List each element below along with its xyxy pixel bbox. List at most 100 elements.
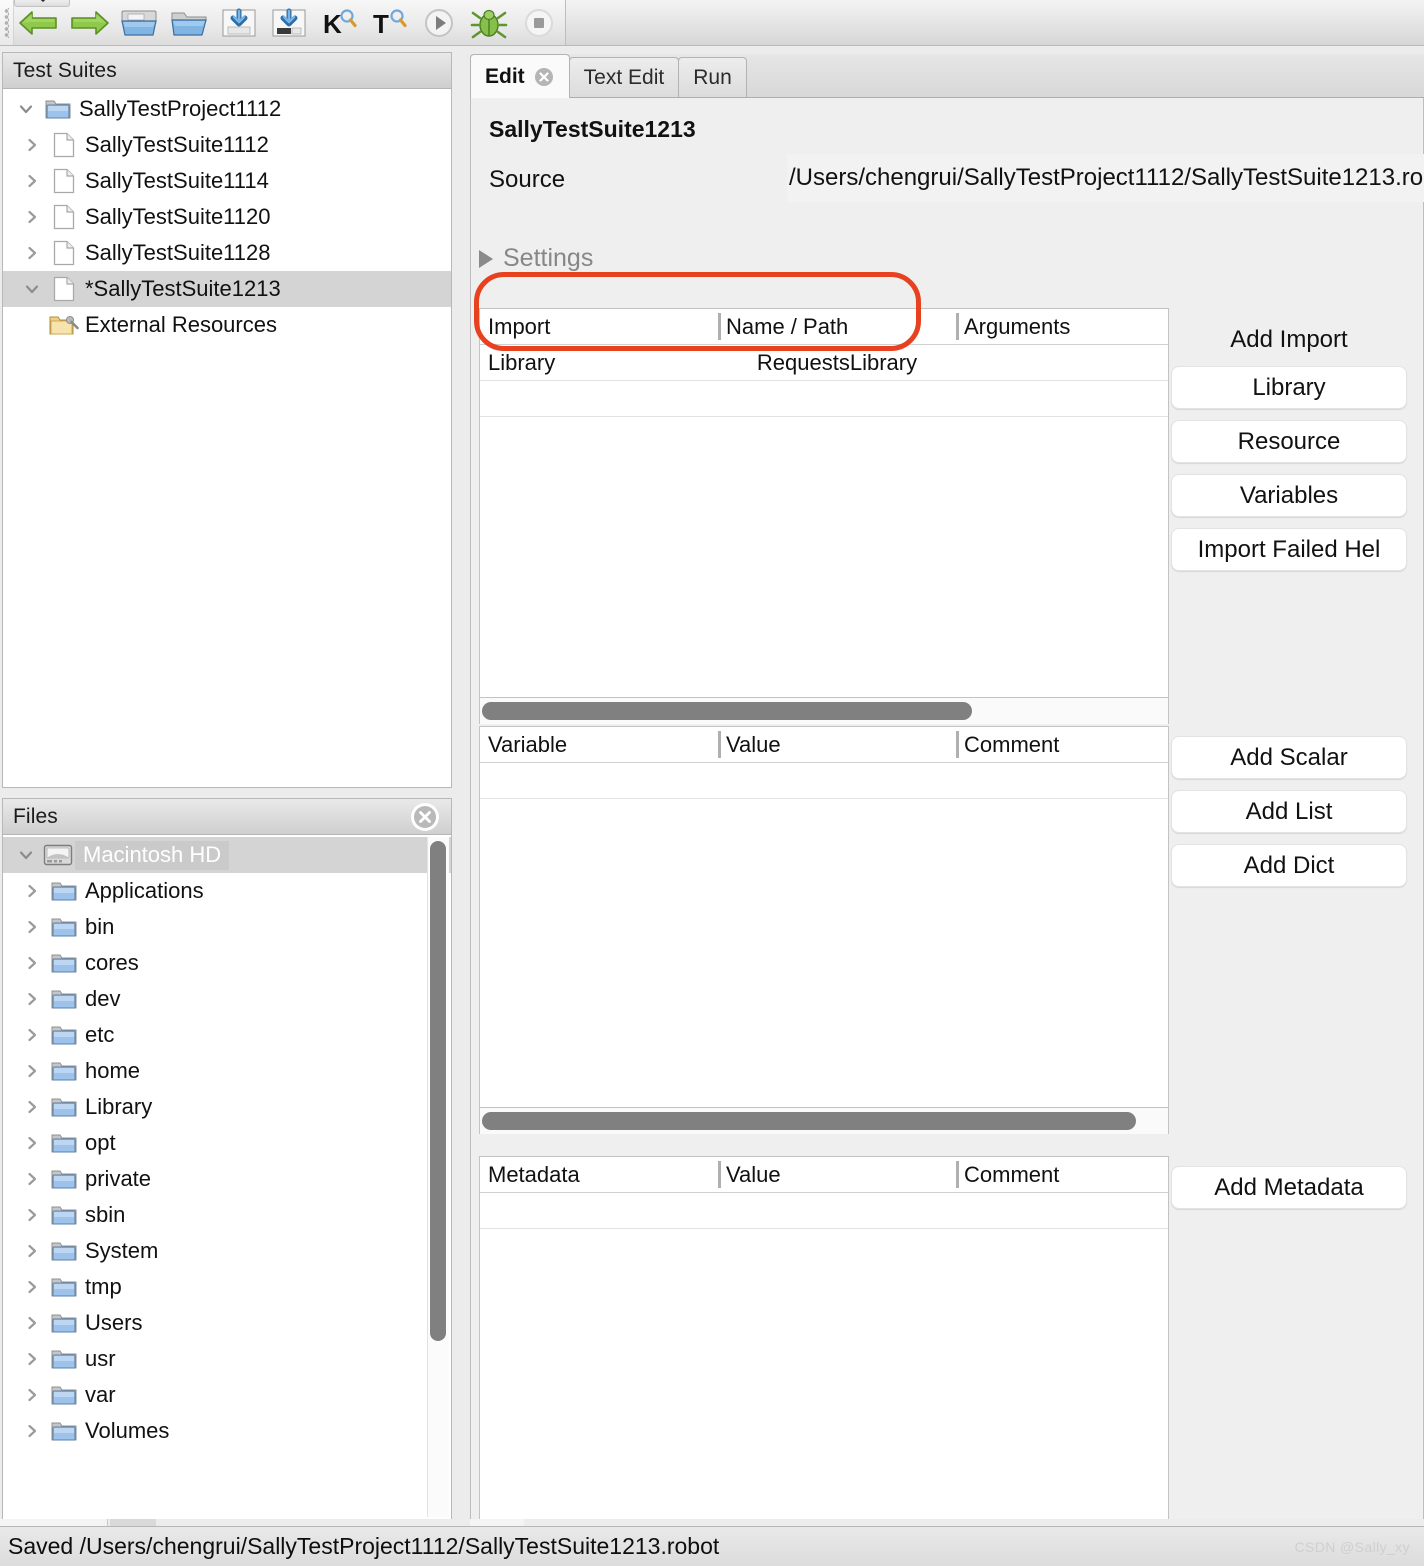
tab-close-icon[interactable] (533, 66, 555, 88)
chevron-right-icon[interactable] (17, 945, 47, 981)
close-icon[interactable] (411, 802, 439, 831)
tree-item-usr[interactable]: usr (3, 1341, 451, 1377)
add-dict-button[interactable]: Add Dict (1171, 844, 1407, 887)
table-row[interactable]: Library RequestsLibrary (480, 345, 1168, 381)
tree-item-sallytestsuite1114[interactable]: SallyTestSuite1114 (3, 163, 451, 199)
table-row-empty[interactable] (480, 1193, 1168, 1229)
tree-item-macintosh-hd[interactable]: Macintosh HD (3, 837, 451, 873)
cell-empty[interactable] (718, 763, 956, 798)
variable-table-hscrollbar[interactable] (479, 1108, 1169, 1134)
tree-item-etc[interactable]: etc (3, 1017, 451, 1053)
cell-empty[interactable] (956, 1193, 1168, 1228)
column-header-metadata[interactable]: Metadata (480, 1157, 718, 1192)
chevron-right-icon[interactable] (17, 981, 47, 1017)
add-import-variables-button[interactable]: Variables (1171, 474, 1407, 517)
import-hscroll-thumb[interactable] (482, 702, 972, 720)
column-header-value[interactable]: Value (718, 1157, 956, 1192)
variable-table[interactable]: Variable Value Comment (479, 726, 1169, 1108)
tree-item-bin[interactable]: bin (3, 909, 451, 945)
cell-empty[interactable] (480, 1193, 718, 1228)
tree-item-external-resources[interactable]: External Resources (3, 307, 451, 343)
tree-item-users[interactable]: Users (3, 1305, 451, 1341)
add-import-resource-button[interactable]: Resource (1171, 420, 1407, 463)
files-scrollbar-thumb[interactable] (430, 841, 446, 1341)
tree-item-sallytestsuite1128[interactable]: SallyTestSuite1128 (3, 235, 451, 271)
chevron-right-icon[interactable] (17, 1161, 47, 1197)
add-scalar-button[interactable]: Add Scalar (1171, 736, 1407, 779)
chevron-right-icon[interactable] (17, 163, 47, 199)
add-import-library-button[interactable]: Library (1171, 366, 1407, 409)
import-table-hscrollbar[interactable] (479, 698, 1169, 724)
chevron-right-icon[interactable] (17, 235, 47, 271)
cell-empty[interactable] (480, 763, 718, 798)
cell-import-type[interactable]: Library (480, 345, 718, 380)
chevron-right-icon[interactable] (17, 1233, 47, 1269)
column-header-arguments[interactable]: Arguments (956, 309, 1168, 344)
save-icon[interactable] (214, 0, 264, 45)
chevron-right-icon[interactable] (17, 1053, 47, 1089)
tree-item-sallytestsuite1112[interactable]: SallyTestSuite1112 (3, 127, 451, 163)
forward-arrow-icon[interactable] (64, 0, 114, 45)
chevron-down-icon[interactable] (11, 91, 41, 127)
chevron-down-icon[interactable] (11, 837, 41, 873)
table-row-empty[interactable] (480, 763, 1168, 799)
tree-item--sallytestsuite1213[interactable]: *SallyTestSuite1213 (3, 271, 451, 307)
chevron-down-icon[interactable] (17, 271, 47, 307)
tree-item-sbin[interactable]: sbin (3, 1197, 451, 1233)
chevron-right-icon[interactable] (17, 1341, 47, 1377)
table-row-empty[interactable] (480, 381, 1168, 417)
import-table[interactable]: Import Name / Path Arguments Library Req… (479, 308, 1169, 698)
chevron-right-icon[interactable] (17, 1197, 47, 1233)
chevron-right-icon[interactable] (17, 1305, 47, 1341)
stop-icon[interactable] (514, 0, 564, 45)
cell-empty[interactable] (956, 763, 1168, 798)
tree-item-opt[interactable]: opt (3, 1125, 451, 1161)
chevron-right-icon[interactable] (17, 1125, 47, 1161)
chevron-right-icon[interactable] (17, 1269, 47, 1305)
search-keywords-icon[interactable]: K (314, 0, 364, 45)
open-folder-icon[interactable] (164, 0, 214, 45)
tab-run[interactable]: Run (678, 57, 747, 97)
cell-empty[interactable] (718, 1193, 956, 1228)
column-header-comment[interactable]: Comment (956, 727, 1168, 762)
search-tests-icon[interactable]: T (364, 0, 414, 45)
tree-item-tmp[interactable]: tmp (3, 1269, 451, 1305)
source-path-field[interactable]: /Users/chengrui/SallyTestProject1112/Sal… (787, 154, 1424, 202)
chevron-right-icon[interactable] (17, 1377, 47, 1413)
column-header-comment[interactable]: Comment (956, 1157, 1168, 1192)
add-metadata-button[interactable]: Add Metadata (1171, 1166, 1407, 1209)
tree-item-sallytestproject1112[interactable]: SallyTestProject1112 (3, 91, 451, 127)
column-header-name-path[interactable]: Name / Path (718, 309, 956, 344)
import-failed-help-button[interactable]: Import Failed Hel (1171, 528, 1407, 571)
cell-import-name[interactable]: RequestsLibrary (718, 345, 956, 380)
tree-item-home[interactable]: home (3, 1053, 451, 1089)
chevron-right-icon[interactable] (17, 127, 47, 163)
chevron-right-icon[interactable] (17, 1089, 47, 1125)
chevron-right-icon[interactable] (17, 1413, 47, 1449)
tree-item-volumes[interactable]: Volumes (3, 1413, 451, 1449)
files-tree[interactable]: Macintosh HD Applications bin cores dev etc ho… (3, 835, 451, 1449)
debug-icon[interactable] (464, 0, 514, 45)
files-vertical-scrollbar[interactable] (429, 841, 447, 1341)
tree-item-var[interactable]: var (3, 1377, 451, 1413)
tab-edit[interactable]: Edit (470, 54, 570, 98)
tree-item-system[interactable]: System (3, 1233, 451, 1269)
test-suites-tree[interactable]: SallyTestProject1112 SallyTestSuite1112 Sa… (3, 89, 451, 787)
settings-disclosure[interactable]: Settings (479, 244, 593, 273)
column-header-variable[interactable]: Variable (480, 727, 718, 762)
tree-item-dev[interactable]: dev (3, 981, 451, 1017)
chevron-right-icon[interactable] (17, 909, 47, 945)
tab-text-edit[interactable]: Text Edit (568, 57, 680, 97)
metadata-table[interactable]: Metadata Value Comment (479, 1156, 1169, 1530)
back-arrow-icon[interactable] (14, 0, 64, 45)
tree-item-cores[interactable]: cores (3, 945, 451, 981)
cell-empty[interactable] (956, 381, 1168, 416)
chevron-right-icon[interactable] (17, 199, 47, 235)
chevron-right-icon[interactable] (17, 873, 47, 909)
toolbar-drag-grip[interactable] (0, 0, 14, 45)
tree-item-private[interactable]: private (3, 1161, 451, 1197)
tree-item-library[interactable]: Library (3, 1089, 451, 1125)
column-header-import[interactable]: Import (480, 309, 718, 344)
cell-import-arguments[interactable] (956, 345, 1168, 380)
add-list-button[interactable]: Add List (1171, 790, 1407, 833)
